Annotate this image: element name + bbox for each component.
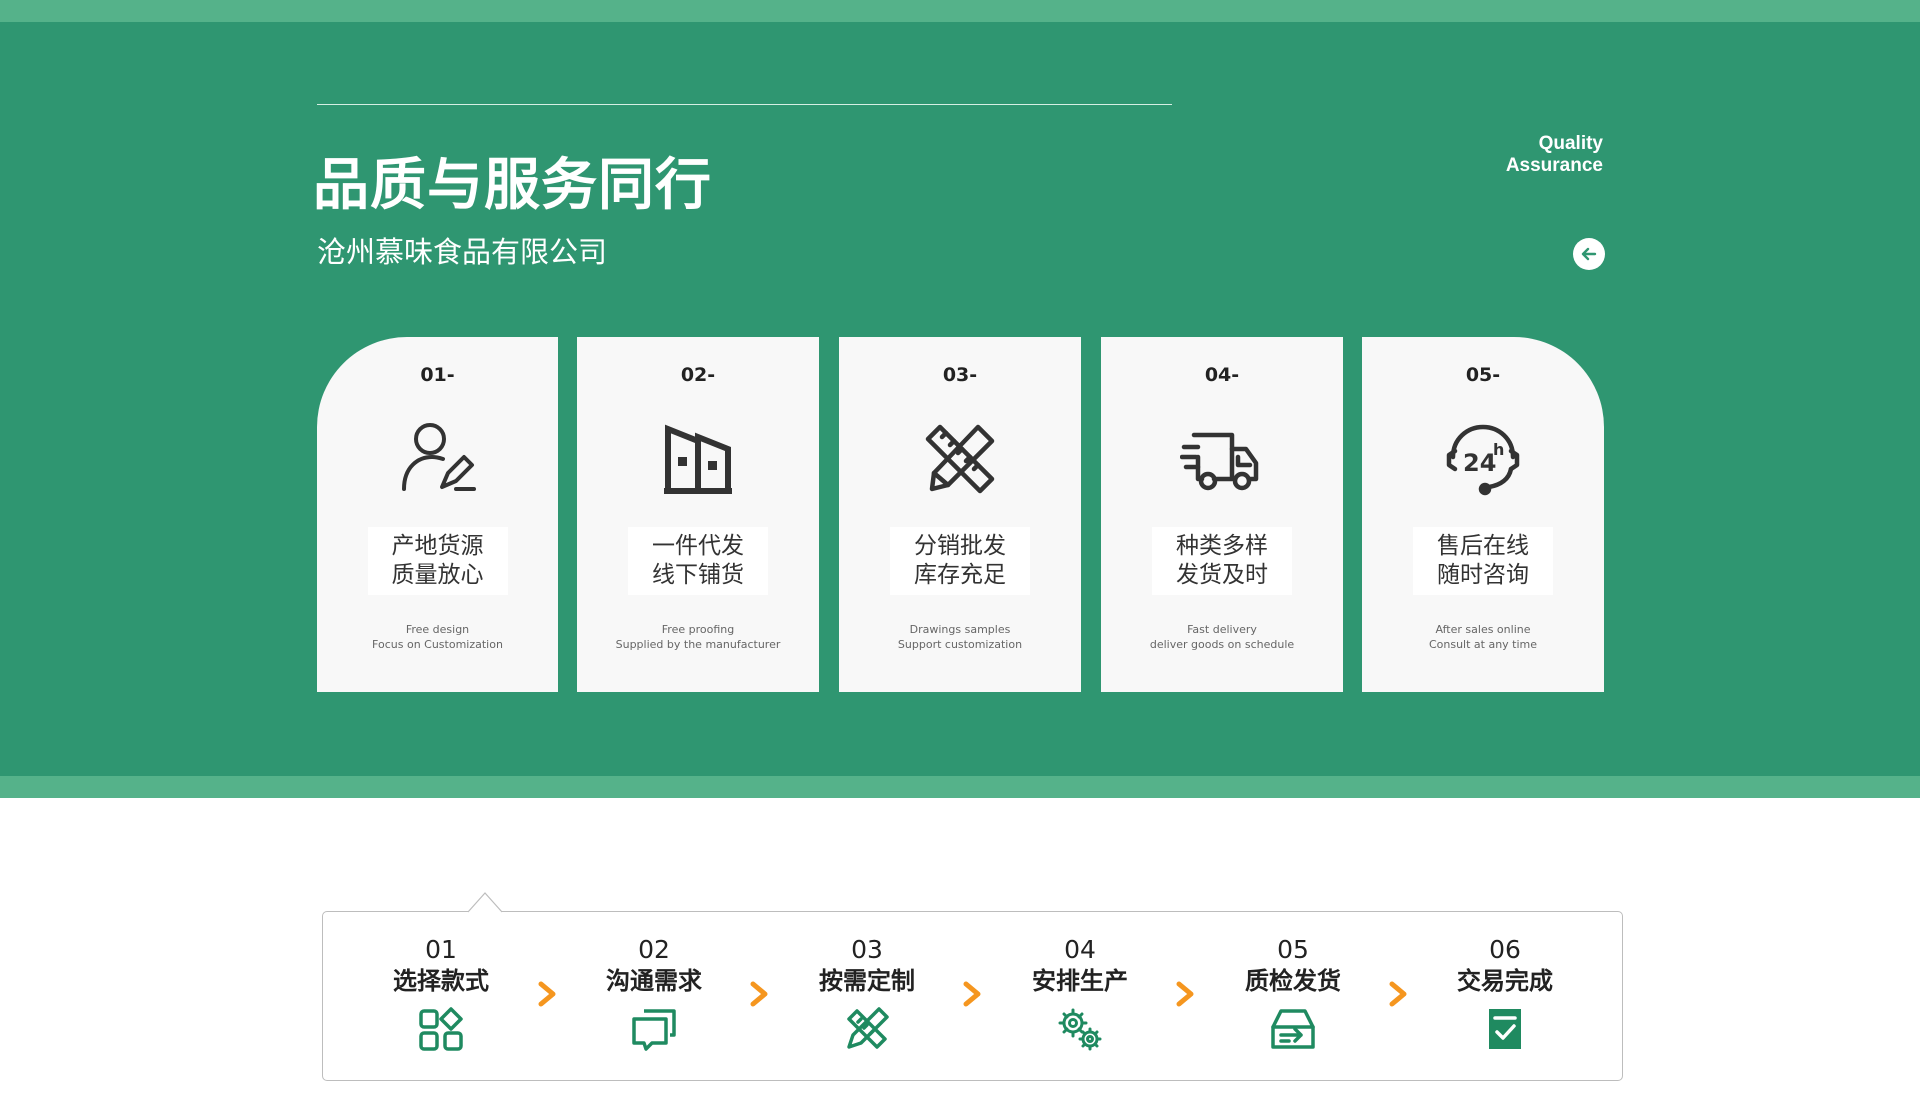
- card-title-line1: 一件代发: [652, 533, 744, 559]
- card-title-box: 产地货源 质量放心: [367, 527, 508, 595]
- card-subtitle-line2: Focus on Customization: [372, 638, 503, 651]
- process-step: 03 按需定制: [787, 935, 947, 1053]
- process-step: 05 质检发货: [1213, 935, 1373, 1053]
- feature-card: 03- 分销批发 库存充足 Drawings samples Support c…: [839, 337, 1081, 692]
- step-number: 05: [1277, 935, 1309, 964]
- card-subtitle: After sales online Consult at any time: [1362, 622, 1604, 652]
- card-title-box: 分销批发 库存充足: [890, 527, 1030, 595]
- feature-card: 02- 一件代发 线下铺货 Free proofing Supplied by …: [577, 337, 819, 692]
- card-number: 05-: [1465, 364, 1501, 386]
- card-title-line2: 质量放心: [391, 562, 484, 588]
- step-number: 03: [851, 935, 883, 964]
- 24h-support-icon: 24 h: [1446, 424, 1520, 496]
- card-subtitle-line2: Consult at any time: [1428, 638, 1538, 651]
- step-label: 交易完成: [1457, 967, 1553, 995]
- svg-text:24: 24: [1463, 449, 1496, 477]
- chevron-right-icon: [538, 981, 556, 1007]
- svg-text:h: h: [1493, 440, 1504, 459]
- step-label: 按需定制: [819, 967, 915, 995]
- building-icon: [664, 424, 732, 494]
- card-title-line2: 库存充足: [914, 562, 1006, 588]
- card-subtitle-line1: Free proofing: [661, 623, 735, 636]
- card-title-line1: 种类多样: [1176, 533, 1268, 559]
- badge-quality: Quality: [1538, 133, 1603, 154]
- card-subtitle-line1: Fast delivery: [1187, 623, 1257, 636]
- card-subtitle-line1: Drawings samples: [909, 623, 1011, 636]
- card-subtitle: Drawings samples Support customization: [839, 622, 1081, 652]
- card-subtitle-line1: After sales online: [1435, 623, 1531, 636]
- page-title: 品质与服务同行: [313, 153, 712, 218]
- feature-card: 05- 24 h 售后在线 随时咨询 After sales online Co…: [1362, 337, 1604, 692]
- card-title-box: 一件代发 线下铺货: [628, 527, 768, 595]
- ruler-pencil-icon: [925, 424, 995, 494]
- card-title-line1: 产地货源: [391, 533, 484, 559]
- badge-assurance: Assurance: [1505, 155, 1603, 176]
- card-title-box: 种类多样 发货及时: [1152, 527, 1292, 595]
- card-subtitle-line2: Supplied by the manufacturer: [615, 638, 781, 651]
- inbox-arrow-icon: [1271, 1009, 1315, 1049]
- step-label: 选择款式: [393, 967, 489, 995]
- card-title-line2: 线下铺货: [652, 562, 744, 588]
- process-step: 01 选择款式: [361, 935, 521, 1053]
- card-title-line1: 分销批发: [914, 533, 1006, 559]
- step-number: 06: [1489, 935, 1521, 964]
- truck-icon: [1180, 432, 1259, 491]
- user-edit-icon: [401, 423, 476, 491]
- chevron-right-icon: [1389, 981, 1407, 1007]
- card-title-line2: 随时咨询: [1437, 562, 1529, 588]
- process-step: 04 安排生产: [1000, 935, 1160, 1053]
- feature-card: 04- 种类多样 发货及时 Fast delivery deliver good…: [1101, 337, 1343, 692]
- top-band: [0, 0, 1920, 22]
- bottom-band: [0, 776, 1920, 798]
- chevron-right-icon: [750, 981, 768, 1007]
- chevron-right-icon: [1176, 981, 1194, 1007]
- chevron-right-icon: [963, 981, 981, 1007]
- card-title-line2: 发货及时: [1176, 562, 1268, 588]
- step-number: 02: [638, 935, 670, 964]
- card-number: 04-: [1204, 364, 1240, 386]
- card-number: 02-: [680, 364, 716, 386]
- step-number: 01: [425, 935, 457, 964]
- title-divider: [317, 104, 1172, 105]
- card-title-line1: 售后在线: [1437, 533, 1529, 559]
- chat-icon: [632, 1009, 676, 1051]
- card-subtitle: Free design Focus on Customization: [317, 622, 558, 652]
- back-button[interactable]: [1573, 238, 1605, 270]
- card-subtitle: Free proofing Supplied by the manufactur…: [577, 622, 819, 652]
- card-subtitle: Fast delivery deliver goods on schedule: [1101, 622, 1343, 652]
- card-title-box: 售后在线 随时咨询: [1413, 527, 1553, 595]
- checklist-icon: [1489, 1009, 1521, 1049]
- card-subtitle-line2: Support customization: [897, 638, 1023, 651]
- card-number: 01-: [420, 364, 455, 386]
- step-number: 04: [1064, 935, 1096, 964]
- company-name: 沧州慕味食品有限公司: [317, 235, 608, 269]
- feature-card: 01- 产地货源 质量放心 Free design Focus on Custo…: [317, 337, 558, 692]
- grid-shapes-icon: [419, 1007, 463, 1051]
- card-subtitle-line1: Free design: [405, 623, 470, 636]
- step-label: 安排生产: [1032, 967, 1128, 995]
- card-number: 03-: [942, 364, 978, 386]
- gears-icon: [1058, 1008, 1102, 1051]
- step-label: 沟通需求: [606, 967, 702, 995]
- flow-notch: [468, 892, 502, 913]
- pencil-ruler-icon: [847, 1007, 889, 1049]
- step-label: 质检发货: [1245, 967, 1341, 995]
- process-step: 02 沟通需求: [574, 935, 734, 1053]
- card-subtitle-line2: deliver goods on schedule: [1149, 638, 1295, 651]
- arrow-left-icon: [1581, 247, 1597, 261]
- process-step: 06 交易完成: [1425, 935, 1585, 1053]
